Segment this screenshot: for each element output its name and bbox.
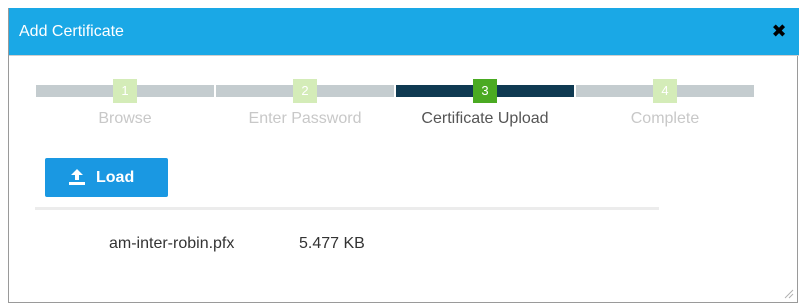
load-button-label: Load	[96, 169, 135, 186]
add-certificate-dialog: Add Certificate ✖ 1 Browse 2 Enter Passw…	[8, 8, 799, 303]
close-icon[interactable]: ✖	[769, 21, 789, 41]
load-button[interactable]: Load	[45, 158, 168, 197]
wizard-steps: 1 Browse 2 Enter Password 3 Certificate …	[36, 77, 756, 137]
step-label: Complete	[630, 110, 700, 127]
upload-icon	[69, 169, 85, 185]
dialog-title: Add Certificate	[19, 23, 124, 40]
step-label: Enter Password	[248, 110, 362, 127]
step-number-badge: 1	[113, 79, 137, 103]
step-label: Browse	[98, 110, 152, 127]
wizard-step-enter-password: 2 Enter Password	[216, 77, 396, 137]
wizard-step-browse: 1 Browse	[36, 77, 216, 137]
content-divider	[35, 207, 659, 210]
step-number-badge: 2	[293, 79, 317, 103]
title-divider	[9, 55, 799, 56]
step-number-badge: 3	[473, 79, 497, 103]
resize-grip-icon[interactable]	[782, 287, 794, 299]
wizard-step-certificate-upload: 3 Certificate Upload	[396, 77, 576, 137]
dialog-title-bar: Add Certificate ✖	[9, 8, 799, 55]
file-size: 5.477 KB	[299, 235, 365, 252]
step-label: Certificate Upload	[421, 110, 549, 127]
wizard-step-complete: 4 Complete	[576, 77, 756, 137]
step-number-badge: 4	[653, 79, 677, 103]
file-name: am-inter-robin.pfx	[109, 235, 235, 252]
